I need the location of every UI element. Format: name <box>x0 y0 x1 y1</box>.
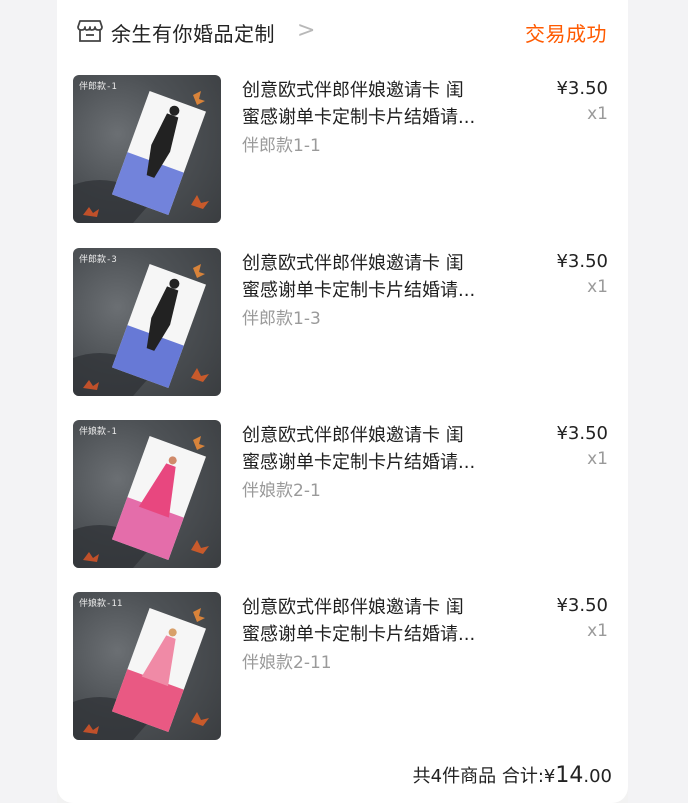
thumbnail-label: 伴郎款-3 <box>79 255 117 265</box>
product-thumbnail[interactable]: 伴娘款-11 <box>73 592 221 740</box>
order-status: 交易成功 <box>525 22 607 46</box>
card-illustration <box>73 264 209 396</box>
product-thumbnail[interactable]: 伴郎款-3 <box>73 248 221 396</box>
product-sku: 伴郎款1-1 <box>242 136 321 156</box>
total-currency: ¥ <box>543 766 556 787</box>
card-illustration <box>73 91 209 223</box>
thumbnail-label: 伴娘款-1 <box>79 427 117 437</box>
product-sku: 伴娘款2-11 <box>242 653 332 673</box>
order-item[interactable]: 伴郎款-1 创意欧式伴郎伴娘邀请卡 闺 蜜感谢单卡定制卡片结婚请... 伴郎款1… <box>73 75 618 225</box>
product-title-line2: 蜜感谢单卡定制卡片结婚请... <box>242 280 476 301</box>
product-title-line1: 创意欧式伴郎伴娘邀请卡 闺 <box>242 253 464 274</box>
product-title-line2: 蜜感谢单卡定制卡片结婚请... <box>242 452 476 473</box>
product-sku: 伴郎款1-3 <box>242 309 321 329</box>
page-margin-right <box>628 0 688 803</box>
product-quantity: x1 <box>587 621 608 641</box>
item-count: 共4件商品 <box>412 766 497 787</box>
product-title-line2: 蜜感谢单卡定制卡片结婚请... <box>242 107 476 128</box>
order-item[interactable]: 伴娘款-11 创意欧式伴郎伴娘邀请卡 闺 蜜感谢单卡定制卡片结婚请... 伴娘款… <box>73 592 618 742</box>
product-thumbnail[interactable]: 伴娘款-1 <box>73 420 221 568</box>
total-amount-integer: 14 <box>555 763 584 788</box>
product-price: ¥3.50 <box>556 595 608 616</box>
order-total: 共4件商品 合计:¥14.00 <box>413 762 612 788</box>
thumbnail-label: 伴郎款-1 <box>79 82 117 92</box>
page-margin-left <box>0 0 57 803</box>
product-title-line1: 创意欧式伴郎伴娘邀请卡 闺 <box>242 597 464 618</box>
product-title-line1: 创意欧式伴郎伴娘邀请卡 闺 <box>242 425 464 446</box>
card-illustration <box>73 436 209 568</box>
shop-icon[interactable] <box>77 19 103 43</box>
order-header: 余生有你婚品定制 > 交易成功 <box>77 16 617 50</box>
total-label: 合计: <box>501 766 544 787</box>
product-thumbnail[interactable]: 伴郎款-1 <box>73 75 221 223</box>
product-title-line1: 创意欧式伴郎伴娘邀请卡 闺 <box>242 80 464 101</box>
product-sku: 伴娘款2-1 <box>242 481 321 501</box>
card-illustration <box>73 608 209 740</box>
product-title[interactable]: 创意欧式伴郎伴娘邀请卡 闺 蜜感谢单卡定制卡片结婚请... <box>242 250 512 304</box>
product-quantity: x1 <box>587 104 608 124</box>
product-quantity: x1 <box>587 277 608 297</box>
product-price: ¥3.50 <box>556 251 608 272</box>
thumbnail-label: 伴娘款-11 <box>79 599 123 609</box>
product-title[interactable]: 创意欧式伴郎伴娘邀请卡 闺 蜜感谢单卡定制卡片结婚请... <box>242 422 512 476</box>
product-price: ¥3.50 <box>556 423 608 444</box>
order-card: 余生有你婚品定制 > 交易成功 伴郎款-1 创意欧式伴郎伴娘邀请卡 闺 蜜感谢单… <box>57 0 628 803</box>
product-quantity: x1 <box>587 449 608 469</box>
chevron-right-icon[interactable]: > <box>297 18 315 43</box>
shop-name-link[interactable]: 余生有你婚品定制 <box>111 18 275 47</box>
total-amount-decimal: .00 <box>583 766 612 787</box>
product-title[interactable]: 创意欧式伴郎伴娘邀请卡 闺 蜜感谢单卡定制卡片结婚请... <box>242 594 512 648</box>
product-title[interactable]: 创意欧式伴郎伴娘邀请卡 闺 蜜感谢单卡定制卡片结婚请... <box>242 77 512 131</box>
product-title-line2: 蜜感谢单卡定制卡片结婚请... <box>242 624 476 645</box>
product-price: ¥3.50 <box>556 78 608 99</box>
order-item[interactable]: 伴郎款-3 创意欧式伴郎伴娘邀请卡 闺 蜜感谢单卡定制卡片结婚请... 伴郎款1… <box>73 248 618 398</box>
order-item[interactable]: 伴娘款-1 创意欧式伴郎伴娘邀请卡 闺 蜜感谢单卡定制卡片结婚请... 伴娘款2… <box>73 420 618 570</box>
